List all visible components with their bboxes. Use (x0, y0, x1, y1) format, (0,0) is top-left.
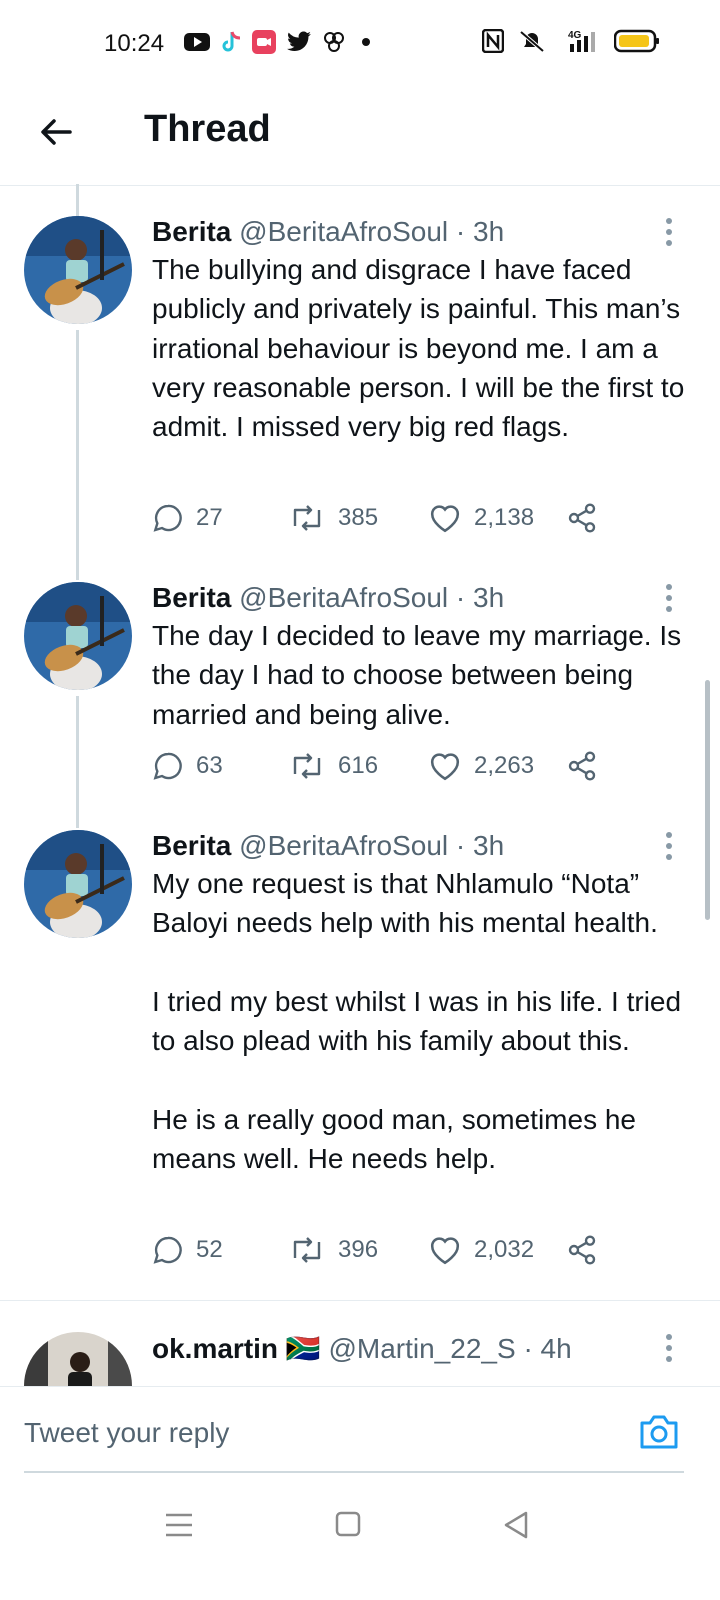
system-icons: 4G (481, 28, 660, 59)
tweet-text: My one request is that Nhlamulo “Nota” B… (152, 868, 682, 1175)
more-icon[interactable] (666, 832, 674, 865)
signal-icon: 4G (560, 28, 600, 59)
status-bar: 10:24 4G (0, 0, 720, 90)
tweet-header: Berita @BeritaAfroSoul · 3h (152, 830, 504, 862)
avatar[interactable] (24, 1332, 132, 1386)
page-title: Thread (144, 108, 271, 150)
home-icon[interactable] (334, 1510, 362, 1543)
tweet-header: ok.martin 🇿🇦 @Martin_22_S · 4h (152, 1332, 572, 1365)
tweet-header: Berita @BeritaAfroSoul · 3h (152, 216, 504, 248)
avatar[interactable] (24, 216, 132, 324)
tweet-text: The day I decided to leave my marriage. … (152, 620, 689, 730)
twitter-icon (286, 31, 312, 58)
reply-count: 52 (196, 1236, 223, 1263)
network-label: 4G (568, 30, 582, 41)
share-icon (568, 751, 596, 781)
app-icon (322, 30, 346, 59)
like-count: 2,263 (474, 752, 535, 779)
avatar[interactable] (24, 830, 132, 938)
reply-input[interactable]: Tweet your reply (24, 1417, 229, 1449)
author-name[interactable]: ok.martin (152, 1333, 278, 1364)
author-handle[interactable]: @BeritaAfroSoul (239, 830, 448, 861)
status-time: 10:24 (104, 30, 165, 57)
retweet-icon (293, 753, 321, 779)
reply-count: 27 (196, 504, 223, 531)
tweet-time: · 3h (455, 216, 505, 247)
reply-underline (24, 1471, 684, 1473)
tweet-divider (0, 1300, 720, 1301)
like-button[interactable]: 2,263 (428, 750, 534, 782)
author-handle[interactable]: @BeritaAfroSoul (239, 216, 448, 247)
youtube-icon (184, 32, 210, 57)
author-handle[interactable]: @Martin_22_S (328, 1333, 515, 1364)
thread-connector (76, 330, 79, 580)
retweet-button[interactable]: 396 (288, 1234, 378, 1266)
nfc-icon (481, 28, 505, 58)
retweet-button[interactable]: 385 (288, 502, 378, 534)
reply-icon (153, 504, 182, 532)
thread-connector (76, 696, 79, 828)
menu-icon[interactable] (164, 1512, 194, 1543)
system-nav-bar (0, 1492, 720, 1600)
reply-button[interactable]: 52 (152, 1234, 223, 1266)
like-count: 2,138 (474, 504, 535, 531)
share-button[interactable] (566, 750, 598, 782)
more-icon[interactable] (666, 584, 674, 617)
retweet-button[interactable]: 616 (288, 750, 378, 782)
mute-icon (518, 29, 546, 58)
share-button[interactable] (566, 1234, 598, 1266)
like-icon (430, 505, 460, 533)
share-icon (568, 1235, 596, 1265)
back-icon[interactable] (502, 1510, 530, 1545)
like-count: 2,032 (474, 1236, 535, 1263)
tiktok-icon (220, 30, 242, 59)
reply-icon (153, 752, 182, 780)
tweet-time: · 3h (455, 582, 505, 613)
like-icon (430, 753, 460, 781)
author-name[interactable]: Berita (152, 216, 231, 247)
avatar[interactable] (24, 582, 132, 690)
retweet-count: 616 (338, 752, 379, 779)
dot-icon (356, 32, 376, 57)
reply-icon (153, 1236, 182, 1264)
reply-count: 63 (196, 752, 223, 779)
flag-emoji: 🇿🇦 (285, 1333, 321, 1364)
like-icon (430, 1237, 460, 1265)
notification-icons (184, 30, 376, 59)
battery-icon (613, 29, 660, 58)
more-icon[interactable] (666, 218, 674, 251)
tweet-text: The bullying and disgrace I have faced p… (152, 254, 693, 443)
reply-button[interactable]: 63 (152, 750, 223, 782)
like-button[interactable]: 2,032 (428, 1234, 534, 1266)
tweet-time: · 3h (455, 830, 505, 861)
thread-connector (76, 184, 79, 216)
tweet[interactable]: ok.martin 🇿🇦 @Martin_22_S · 4h (0, 1332, 720, 1386)
more-icon[interactable] (666, 1334, 674, 1367)
reply-bar: Tweet your reply (0, 1386, 720, 1492)
thread-header: Thread (0, 90, 720, 186)
author-handle[interactable]: @BeritaAfroSoul (239, 582, 448, 613)
camera-icon[interactable] (638, 1411, 680, 1456)
retweet-count: 385 (338, 504, 379, 531)
share-button[interactable] (566, 502, 598, 534)
scrollbar[interactable] (705, 680, 710, 920)
back-arrow-icon[interactable] (36, 112, 76, 152)
tweet-time: · 4h (523, 1333, 572, 1364)
retweet-icon (293, 1237, 321, 1263)
reply-button[interactable]: 27 (152, 502, 223, 534)
recorder-icon (252, 30, 276, 59)
author-name[interactable]: Berita (152, 582, 231, 613)
retweet-icon (293, 505, 321, 531)
tweet-header: Berita @BeritaAfroSoul · 3h (152, 582, 504, 614)
like-button[interactable]: 2,138 (428, 502, 534, 534)
author-name[interactable]: Berita (152, 830, 231, 861)
retweet-count: 396 (338, 1236, 379, 1263)
share-icon (568, 503, 596, 533)
